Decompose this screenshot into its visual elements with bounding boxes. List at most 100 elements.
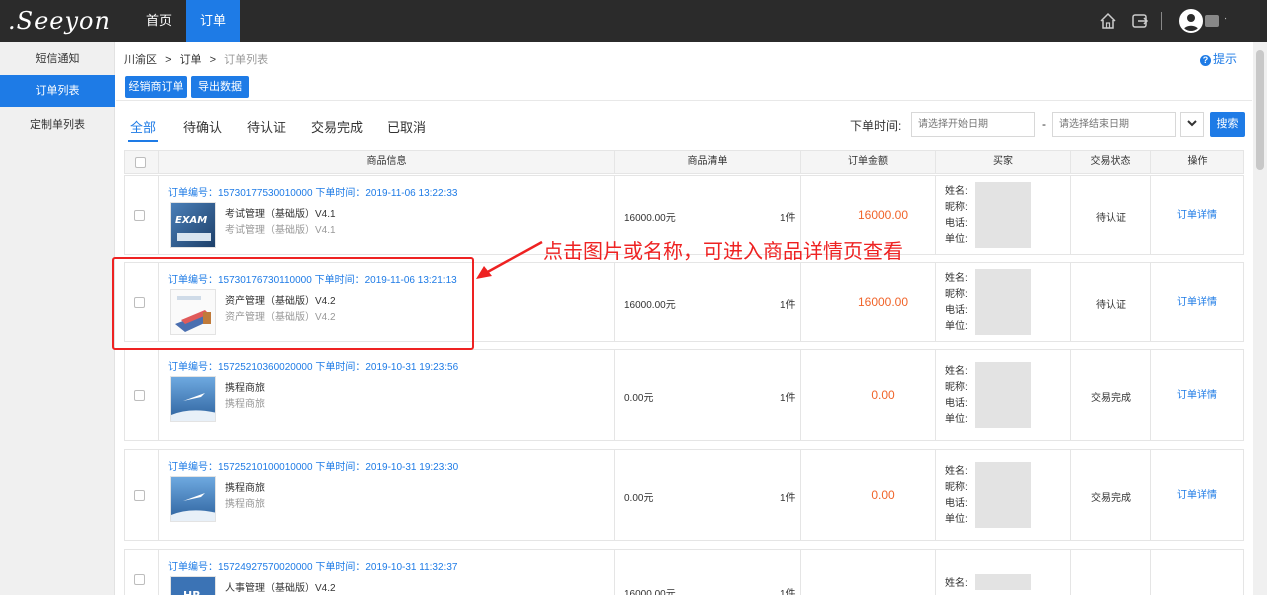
buyer-name-label: 姓名: bbox=[945, 273, 968, 284]
product-price: 0.00元 bbox=[624, 493, 654, 504]
product-name-link[interactable]: 人事管理（基础版）V4.2 bbox=[225, 579, 336, 594]
cell-divider bbox=[935, 550, 936, 595]
order-status: 交易完成 bbox=[1091, 393, 1131, 404]
order-status: 交易完成 bbox=[1091, 493, 1131, 504]
order-detail-link[interactable]: 订单详情 bbox=[1151, 206, 1243, 221]
scrollbar-thumb[interactable] bbox=[1256, 50, 1264, 170]
caret-icon[interactable]: ⋅ bbox=[1224, 14, 1227, 25]
column-action: 操作 bbox=[1150, 151, 1244, 173]
buyer-info: 姓名: 昵称: 电话: 单位: bbox=[945, 184, 968, 248]
product-thumbnail[interactable]: EXAM bbox=[170, 202, 216, 248]
user-icon bbox=[1183, 14, 1199, 31]
product-name-link[interactable]: 携程商旅 bbox=[225, 379, 265, 394]
buyer-info-blurred bbox=[975, 362, 1031, 428]
sidebar: 短信通知 订单列表 定制单列表 bbox=[0, 42, 115, 595]
product-quantity: 1件 bbox=[780, 493, 796, 504]
order-detail-link[interactable]: 订单详情 bbox=[1151, 486, 1243, 501]
product-price: 16000.00元 bbox=[624, 213, 676, 224]
dropdown-button[interactable] bbox=[1180, 112, 1204, 137]
product-thumbnail[interactable]: HR bbox=[170, 576, 216, 595]
breadcrumb-section[interactable]: 订单 bbox=[180, 54, 202, 66]
buyer-phone-label: 电话: bbox=[945, 218, 968, 229]
end-date-input[interactable] bbox=[1052, 112, 1176, 137]
order-checkbox[interactable] bbox=[134, 490, 145, 501]
cell-divider bbox=[614, 450, 615, 540]
cell-divider bbox=[614, 550, 615, 595]
product-subtitle: 考试管理（基础版）V4.1 bbox=[225, 225, 336, 236]
product-name-link[interactable]: 携程商旅 bbox=[225, 479, 265, 494]
top-divider bbox=[1161, 12, 1162, 30]
product-subtitle: 携程商旅 bbox=[225, 499, 265, 510]
tab-cancelled[interactable]: 已取消 bbox=[387, 117, 426, 136]
buyer-info: 姓名: bbox=[945, 576, 968, 592]
product-subtitle: 携程商旅 bbox=[225, 399, 265, 410]
select-all-checkbox[interactable] bbox=[135, 157, 146, 168]
cell-divider bbox=[158, 550, 159, 595]
sidebar-item-custom-orders[interactable]: 定制单列表 bbox=[0, 109, 115, 141]
top-bar: .Seeyon 首页 订单 ⋅ bbox=[0, 0, 1267, 42]
highlight-box bbox=[112, 257, 474, 350]
order-status: 待认证 bbox=[1096, 300, 1126, 311]
order-detail-link[interactable]: 订单详情 bbox=[1151, 293, 1243, 308]
product-quantity: 1件 bbox=[780, 589, 796, 595]
cell-divider bbox=[158, 450, 159, 540]
export-data-button[interactable]: 导出数据 bbox=[191, 76, 249, 98]
buyer-name-label: 姓名: bbox=[945, 578, 968, 589]
product-price: 16000.00元 bbox=[624, 589, 676, 595]
tab-pending-verify[interactable]: 待认证 bbox=[247, 117, 286, 136]
buyer-unit-label: 单位: bbox=[945, 514, 968, 525]
tab-pending-confirm[interactable]: 待确认 bbox=[183, 117, 222, 136]
order-amount: 16000.00 bbox=[857, 208, 909, 222]
product-name-link[interactable]: 考试管理（基础版）V4.1 bbox=[225, 205, 336, 220]
start-date-input[interactable] bbox=[911, 112, 1035, 137]
active-tab-indicator bbox=[128, 140, 158, 142]
breadcrumb-sep: > bbox=[209, 54, 217, 66]
tab-all[interactable]: 全部 bbox=[130, 117, 156, 136]
annotation-text: 点击图片或名称，可进入商品详情页查看 bbox=[543, 241, 903, 263]
order-amount: 0.00 bbox=[871, 388, 895, 402]
order-checkbox[interactable] bbox=[134, 390, 145, 401]
order-row: 订单编号：15725210100010000 下单时间：2019-10-31 1… bbox=[124, 449, 1244, 541]
product-thumbnail[interactable] bbox=[170, 476, 216, 522]
order-checkbox[interactable] bbox=[134, 210, 145, 221]
search-button[interactable]: 搜索 bbox=[1210, 112, 1245, 137]
seeyon-logo[interactable]: .Seeyon bbox=[8, 6, 118, 36]
date-range-dash: - bbox=[1042, 117, 1046, 131]
dealer-order-button[interactable]: 经销商订单 bbox=[125, 76, 187, 98]
buyer-nickname-label: 昵称: bbox=[945, 202, 968, 213]
buyer-nickname-label: 昵称: bbox=[945, 482, 968, 493]
order-number-link[interactable]: 订单编号：15725210360020000 下单时间：2019-10-31 1… bbox=[168, 358, 458, 373]
sidebar-item-sms[interactable]: 短信通知 bbox=[0, 43, 115, 75]
order-number-link[interactable]: 订单编号：15725210100010000 下单时间：2019-10-31 1… bbox=[168, 458, 458, 473]
user-name-blurred bbox=[1205, 15, 1219, 27]
product-quantity: 1件 bbox=[780, 300, 796, 311]
buyer-info-blurred bbox=[975, 182, 1031, 248]
logout-icon[interactable] bbox=[1130, 11, 1150, 31]
order-detail-link[interactable]: 订单详情 bbox=[1151, 386, 1243, 401]
cell-divider bbox=[935, 263, 936, 341]
cell-divider bbox=[1070, 550, 1071, 595]
tab-completed[interactable]: 交易完成 bbox=[311, 117, 363, 136]
nav-orders[interactable]: 订单 bbox=[186, 0, 240, 42]
order-number-link[interactable]: 订单编号：15724927570020000 下单时间：2019-10-31 1… bbox=[168, 558, 457, 573]
order-checkbox[interactable] bbox=[134, 574, 145, 585]
cell-divider bbox=[800, 350, 801, 440]
buyer-unit-label: 单位: bbox=[945, 321, 968, 332]
product-price: 0.00元 bbox=[624, 393, 654, 404]
order-amount: 16000.00 bbox=[857, 295, 909, 309]
breadcrumb-region[interactable]: 川渝区 bbox=[124, 54, 157, 66]
product-price: 16000.00元 bbox=[624, 300, 676, 311]
cell-divider bbox=[935, 450, 936, 540]
home-icon[interactable] bbox=[1098, 11, 1118, 31]
sidebar-item-order-list[interactable]: 订单列表 bbox=[0, 75, 115, 107]
column-status: 交易状态 bbox=[1070, 151, 1150, 173]
nav-home[interactable]: 首页 bbox=[136, 0, 182, 42]
order-row: 订单编号：15725210360020000 下单时间：2019-10-31 1… bbox=[124, 349, 1244, 441]
product-thumbnail[interactable] bbox=[170, 376, 216, 422]
user-avatar[interactable] bbox=[1179, 9, 1203, 33]
chevron-down-icon bbox=[1187, 120, 1197, 127]
annotation-arrow-icon bbox=[476, 240, 543, 279]
order-number-link[interactable]: 订单编号：15730177530010000 下单时间：2019-11-06 1… bbox=[168, 184, 457, 199]
hint-link[interactable]: ? 提示 bbox=[1200, 50, 1237, 67]
buyer-info: 姓名: 昵称: 电话: 单位: bbox=[945, 464, 968, 528]
